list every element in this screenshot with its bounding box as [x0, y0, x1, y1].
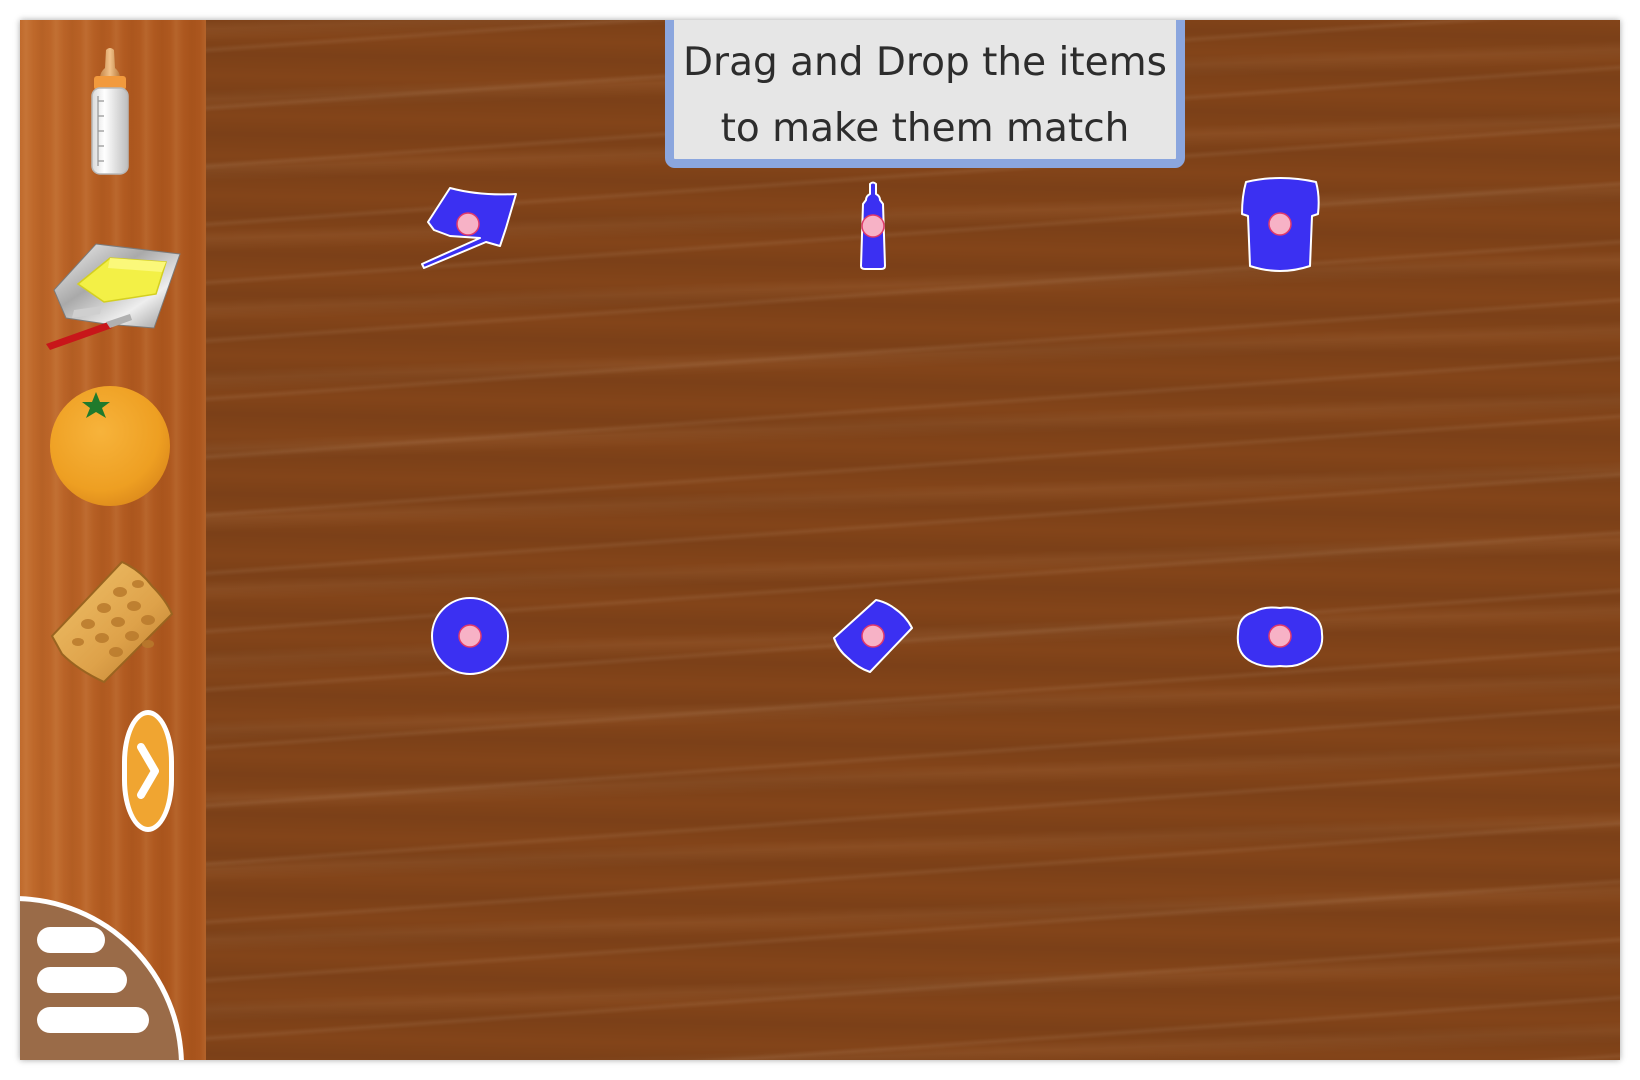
draggable-baby-bottle[interactable]: [80, 46, 140, 178]
splat-silhouette-icon: [1236, 606, 1324, 668]
draggable-waffle[interactable]: [48, 560, 176, 684]
drop-target-waffle[interactable]: [832, 598, 914, 674]
chevron-right-icon: [137, 743, 159, 799]
instruction-text: Drag and Drop the items to make them mat…: [683, 20, 1167, 162]
instruction-line-2: to make them match: [720, 106, 1130, 151]
baby-bottle-icon: [91, 48, 129, 175]
instruction-banner: Drag and Drop the items to make them mat…: [665, 20, 1185, 168]
table-surface: [206, 20, 1620, 1060]
drop-target-orange[interactable]: [430, 596, 510, 676]
game-frame: Drag and Drop the items to make them mat…: [20, 20, 1620, 1060]
item-tray: [20, 20, 206, 1060]
drop-target-cup[interactable]: [1240, 176, 1322, 274]
draggable-orange[interactable]: [48, 384, 172, 508]
butter-silhouette-icon: [421, 187, 517, 269]
waffle-icon: [50, 560, 174, 684]
orange-silhouette-icon: [431, 597, 509, 675]
bottle-silhouette-icon: [860, 181, 886, 270]
drop-target-butter[interactable]: [420, 184, 520, 270]
drop-target-splat[interactable]: [1234, 604, 1326, 670]
cup-silhouette-icon: [1241, 177, 1320, 272]
orange-icon: [50, 386, 170, 506]
instruction-line-1: Drag and Drop the items: [683, 40, 1167, 85]
waffle-silhouette-icon: [833, 599, 913, 673]
next-button[interactable]: [122, 710, 174, 832]
drop-target-bottle[interactable]: [859, 181, 887, 270]
butter-icon: [46, 243, 181, 350]
draggable-butter[interactable]: [44, 232, 184, 350]
menu-button[interactable]: [20, 896, 184, 1060]
